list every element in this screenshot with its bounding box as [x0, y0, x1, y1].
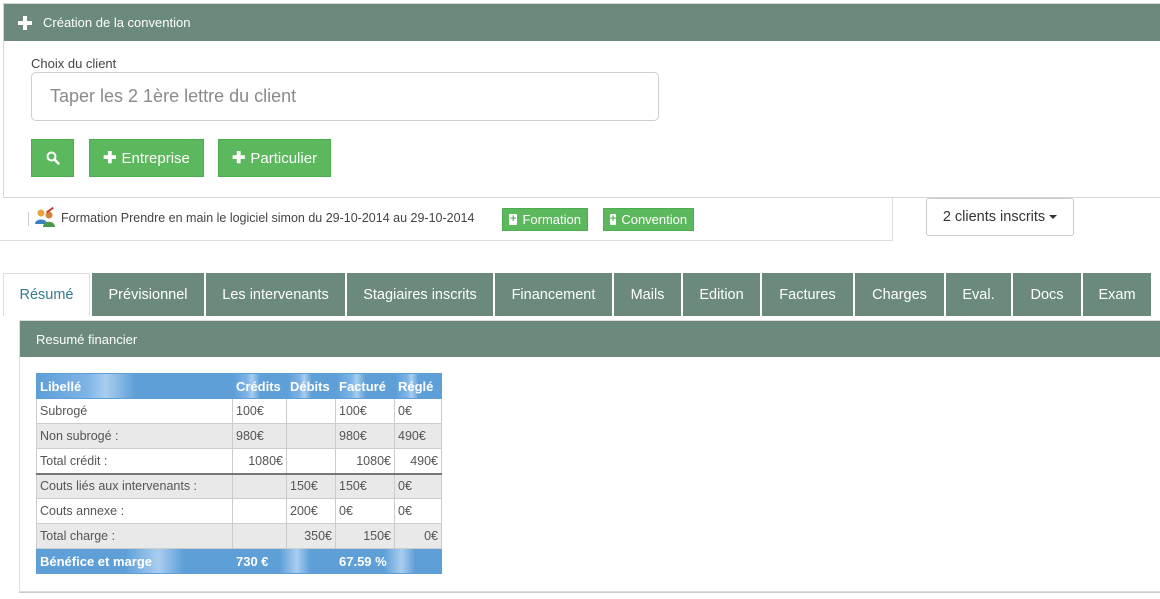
convention-button[interactable]: + Convention: [603, 208, 694, 231]
plus-icon: [18, 15, 32, 30]
cell-libelle: Couts annexe :: [36, 498, 233, 524]
formation-button[interactable]: + Formation: [502, 208, 588, 231]
table-row: Total crédit : 1080€ 1080€ 490€: [36, 448, 442, 475]
table-header-row: Libellé Crédits Débits Facturé Réglé: [36, 373, 442, 399]
cell-debits: 200€: [286, 498, 336, 524]
formation-button-label: Formation: [522, 212, 581, 227]
table-row: Total charge : 350€ 150€ 0€: [36, 523, 442, 549]
tab-factures[interactable]: Factures: [762, 273, 855, 316]
cell-facture: 150€: [335, 473, 395, 499]
cell-credits: [232, 523, 287, 549]
cell-regle: 0€: [394, 523, 442, 549]
divider: [28, 212, 29, 226]
plus-square-icon: +: [609, 213, 617, 225]
users-icon: [35, 207, 55, 227]
cell-libelle: Couts liés aux intervenants :: [36, 473, 233, 499]
tab-resume[interactable]: Résumé: [3, 273, 90, 316]
cell-regle: 0€: [394, 498, 442, 524]
cell-regle: 0€: [394, 398, 442, 424]
cell-libelle: Total charge :: [36, 523, 233, 549]
cell-debits: [286, 398, 336, 424]
table-row: Couts liés aux intervenants : 150€ 150€ …: [36, 473, 442, 499]
table-row: Subrogé 100€ 100€ 0€: [36, 398, 442, 424]
clients-inscrits-dropdown[interactable]: 2 clients inscrits: [926, 198, 1074, 236]
cell-facture: 980€: [335, 423, 395, 449]
plus-icon: ✚: [103, 150, 117, 167]
tab-stagiaires[interactable]: Stagiaires inscrits: [347, 273, 495, 316]
tab-mails[interactable]: Mails: [614, 273, 683, 316]
convention-panel-title: Création de la convention: [43, 15, 191, 30]
col-libelle: Libellé: [36, 373, 233, 399]
tab-previsionnel[interactable]: Prévisionnel: [92, 273, 206, 316]
plus-icon: ✚: [231, 150, 246, 167]
cell-libelle: Subrogé: [36, 398, 233, 424]
resume-financier-table: Libellé Crédits Débits Facturé Réglé Sub…: [36, 373, 442, 574]
tab-eval[interactable]: Eval.: [946, 273, 1013, 316]
cell-debits: 350€: [286, 523, 336, 549]
plus-square-icon: +: [509, 213, 518, 225]
table-row: Non subrogé : 980€ 980€ 490€: [36, 423, 442, 449]
cell-libelle: Non subrogé :: [36, 423, 233, 449]
search-button[interactable]: [31, 139, 74, 177]
add-particulier-label: Particulier: [250, 149, 318, 167]
table-row: Couts annexe : 200€ 0€ 0€: [36, 498, 442, 524]
cell-credits: 1080€: [232, 448, 287, 475]
cell-facture: 0€: [335, 498, 395, 524]
convention-panel-header[interactable]: Création de la convention: [4, 4, 1160, 41]
add-entreprise-button[interactable]: ✚ Entreprise: [89, 139, 204, 177]
col-debits: Débits: [286, 373, 336, 399]
tab-edition[interactable]: Edition: [683, 273, 762, 316]
divider: [19, 592, 1160, 593]
cell-regle: 490€: [394, 448, 442, 475]
tab-bar: Résumé Prévisionnel Les intervenants Sta…: [3, 273, 1153, 316]
add-particulier-button[interactable]: ✚ Particulier: [218, 139, 331, 177]
benefice-marge-label: Bénéfice et marge: [36, 548, 233, 574]
cell-credits: 100€: [232, 398, 287, 424]
tab-docs[interactable]: Docs: [1013, 273, 1083, 316]
cell-facture: 100€: [335, 398, 395, 424]
tab-charges[interactable]: Charges: [855, 273, 946, 316]
col-credits: Crédits: [232, 373, 287, 399]
cell-libelle: Total crédit :: [36, 448, 233, 475]
cell-debits: [286, 423, 336, 449]
client-label: Choix du client: [31, 56, 117, 71]
tab-exam[interactable]: Exam: [1083, 273, 1153, 316]
tab-financement[interactable]: Financement: [495, 273, 614, 316]
benefice-value: 730 €: [232, 548, 336, 574]
convention-button-label: Convention: [621, 212, 688, 227]
cell-facture: 1080€: [335, 448, 395, 475]
cell-regle: 490€: [394, 423, 442, 449]
cell-debits: 150€: [286, 473, 336, 499]
table-footer-row: Bénéfice et marge 730 € 67.59 %: [36, 548, 442, 574]
caret-down-icon: [1049, 215, 1058, 219]
cell-debits: [286, 448, 336, 475]
col-facture: Facturé: [335, 373, 395, 399]
resume-financier-header: Resumé financier: [20, 321, 1160, 357]
col-regle: Réglé: [394, 373, 442, 399]
client-search-input[interactable]: [31, 72, 659, 121]
formation-description: Formation Prendre en main le logiciel si…: [61, 211, 475, 225]
marge-value: 67.59 %: [335, 548, 442, 574]
cell-facture: 150€: [335, 523, 395, 549]
search-icon: [46, 151, 60, 165]
tab-intervenants[interactable]: Les intervenants: [206, 273, 347, 316]
cell-credits: [232, 473, 287, 499]
add-entreprise-label: Entreprise: [121, 149, 190, 167]
cell-regle: 0€: [394, 473, 442, 499]
cell-credits: [232, 498, 287, 524]
cell-credits: 980€: [232, 423, 287, 449]
clients-inscrits-label: 2 clients inscrits: [942, 209, 1046, 225]
